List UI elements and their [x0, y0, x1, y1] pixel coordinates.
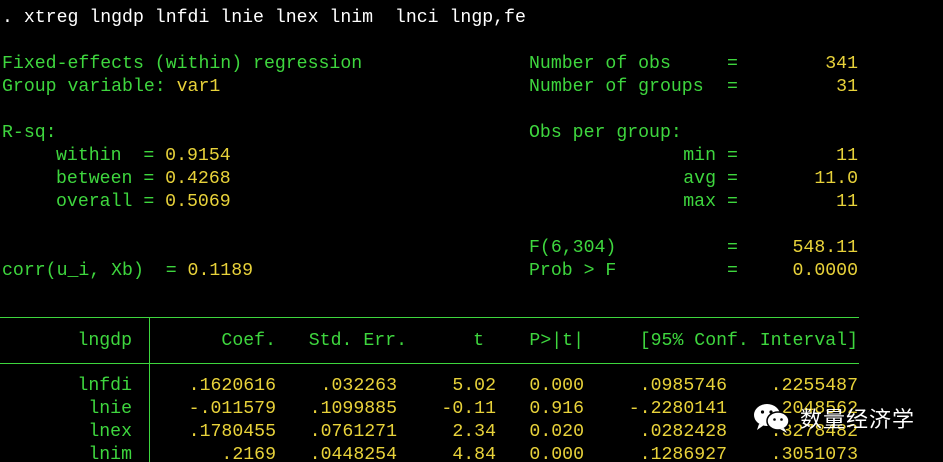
row-coef: -.011579 — [188, 399, 276, 419]
corr-value: 0.1189 — [187, 261, 254, 281]
rsq-overall-value: 0.5069 — [165, 192, 231, 212]
row-ci-high: .2255487 — [770, 376, 858, 396]
row-coef: .1620616 — [188, 376, 276, 396]
table-header-t: t — [473, 331, 484, 351]
command-line: . xtreg lngdp lnfdi lnie lnex lnim lnci … — [2, 8, 526, 28]
row-ci-high: .3051073 — [770, 445, 858, 462]
table-header-depvar: lngdp — [77, 331, 132, 351]
max-eq: = — [727, 192, 738, 212]
rsq-between-label: between = — [56, 169, 166, 189]
row-pvalue: 0.000 — [529, 376, 584, 396]
row-ci-low: .1286927 — [639, 445, 727, 462]
rsq-overall: overall = 0.5069 — [56, 191, 231, 214]
row-coef: .1780455 — [188, 422, 276, 442]
row-t: 2.34 — [452, 422, 496, 442]
rsq-between: between = 0.4268 — [56, 168, 231, 191]
row-ci-low: .0985746 — [639, 376, 727, 396]
row-stderr: .0761271 — [309, 422, 397, 442]
rsq-label: R-sq: — [2, 123, 57, 143]
table-column-divider — [149, 317, 150, 462]
table-header-rule — [0, 363, 859, 364]
group-variable: Group variable: var1 — [2, 76, 220, 99]
wechat-icon — [752, 401, 792, 435]
ngroups-value: 31 — [836, 77, 858, 97]
max-label: max — [683, 192, 716, 212]
row-pvalue: 0.916 — [529, 399, 584, 419]
row-var: lnim — [88, 445, 132, 462]
avg-eq: = — [727, 169, 738, 189]
row-ci-low: .0282428 — [639, 422, 727, 442]
rsq-overall-label: overall = — [56, 192, 166, 212]
row-stderr: .0448254 — [309, 445, 397, 462]
nobs-value: 341 — [825, 54, 858, 74]
table-header-coef: Coef. — [221, 331, 276, 351]
min-eq: = — [727, 146, 738, 166]
rsq-within-value: 0.9154 — [165, 146, 231, 166]
ngroups-label: Number of groups — [529, 77, 704, 97]
f-stat-value: 548.11 — [792, 238, 859, 258]
rsq-between-value: 0.4268 — [165, 169, 231, 189]
corr-line: corr(u_i, Xb) = 0.1189 — [2, 260, 253, 283]
row-t: 4.84 — [452, 445, 496, 462]
f-stat-eq: = — [727, 238, 738, 258]
corr-label: corr(u_i, Xb) = — [2, 261, 188, 281]
row-ci-low: -.2280141 — [628, 399, 727, 419]
row-coef: .2169 — [221, 445, 276, 462]
table-header-confint: [95% Conf. Interval] — [639, 331, 858, 351]
group-variable-label: Group variable: — [2, 77, 177, 97]
ngroups-eq: = — [727, 77, 738, 97]
obs-per-group-label: Obs per group: — [529, 123, 682, 143]
avg-label: avg — [683, 169, 716, 189]
avg-value: 11.0 — [814, 169, 858, 189]
min-label: min — [683, 146, 716, 166]
prob-f-value: 0.0000 — [792, 261, 859, 281]
row-var: lnex — [88, 422, 132, 442]
table-header-stderr: Std. Err. — [308, 331, 407, 351]
rsq-within: within = 0.9154 — [56, 145, 231, 168]
row-var: lnfdi — [77, 376, 132, 396]
rsq-within-label: within = — [56, 146, 166, 166]
model-title: Fixed-effects (within) regression — [2, 54, 363, 74]
row-stderr: .1099885 — [309, 399, 397, 419]
row-t: 5.02 — [452, 376, 496, 396]
row-t: -0.11 — [441, 399, 496, 419]
watermark-text: 数量经济学 — [800, 408, 916, 433]
row-stderr: .032263 — [320, 376, 397, 396]
nobs-eq: = — [727, 54, 738, 74]
max-value: 11 — [836, 192, 858, 212]
table-top-rule — [0, 317, 859, 318]
group-variable-value: var1 — [176, 77, 221, 97]
nobs-label: Number of obs — [529, 54, 671, 74]
row-pvalue: 0.020 — [529, 422, 584, 442]
watermark: 数量经济学 — [752, 397, 915, 439]
min-value: 11 — [836, 146, 858, 166]
row-var: lnie — [88, 399, 132, 419]
table-header-pvalue: P>|t| — [529, 331, 584, 351]
f-stat-label: F(6,304) — [529, 238, 617, 258]
prob-f-label: Prob > F — [529, 261, 617, 281]
row-pvalue: 0.000 — [529, 445, 584, 462]
prob-f-eq: = — [727, 261, 738, 281]
